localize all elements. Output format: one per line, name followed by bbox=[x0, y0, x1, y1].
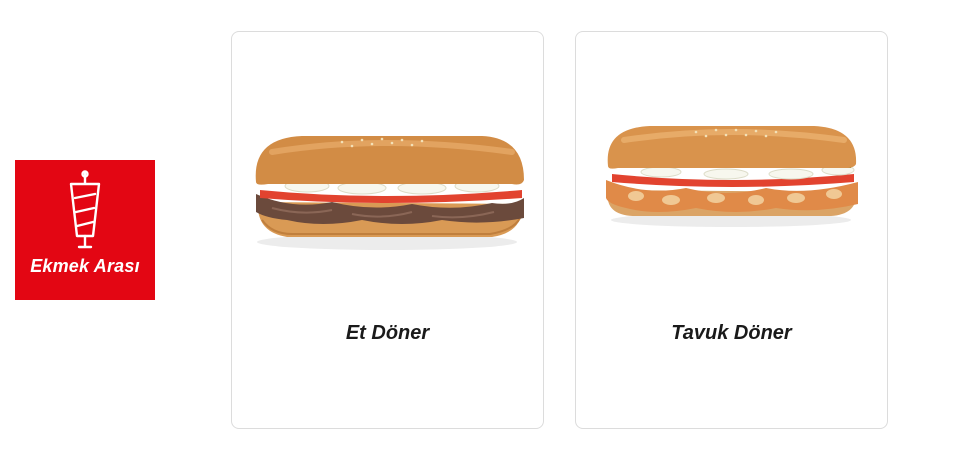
et-doner-sandwich-image bbox=[255, 136, 524, 250]
product-card-tavuk-doner[interactable]: Tavuk Döner bbox=[575, 31, 888, 429]
category-ekmek-arasi[interactable]: Ekmek Arası bbox=[15, 160, 155, 300]
product-name: Tavuk Döner bbox=[671, 322, 792, 344]
doner-skewer-icon bbox=[69, 170, 101, 249]
product-name: Et Döner bbox=[345, 322, 430, 344]
product-card-et-doner[interactable]: Et Döner bbox=[231, 31, 544, 429]
category-label: Ekmek Arası bbox=[30, 256, 140, 276]
tavuk-doner-sandwich-image bbox=[606, 126, 858, 227]
